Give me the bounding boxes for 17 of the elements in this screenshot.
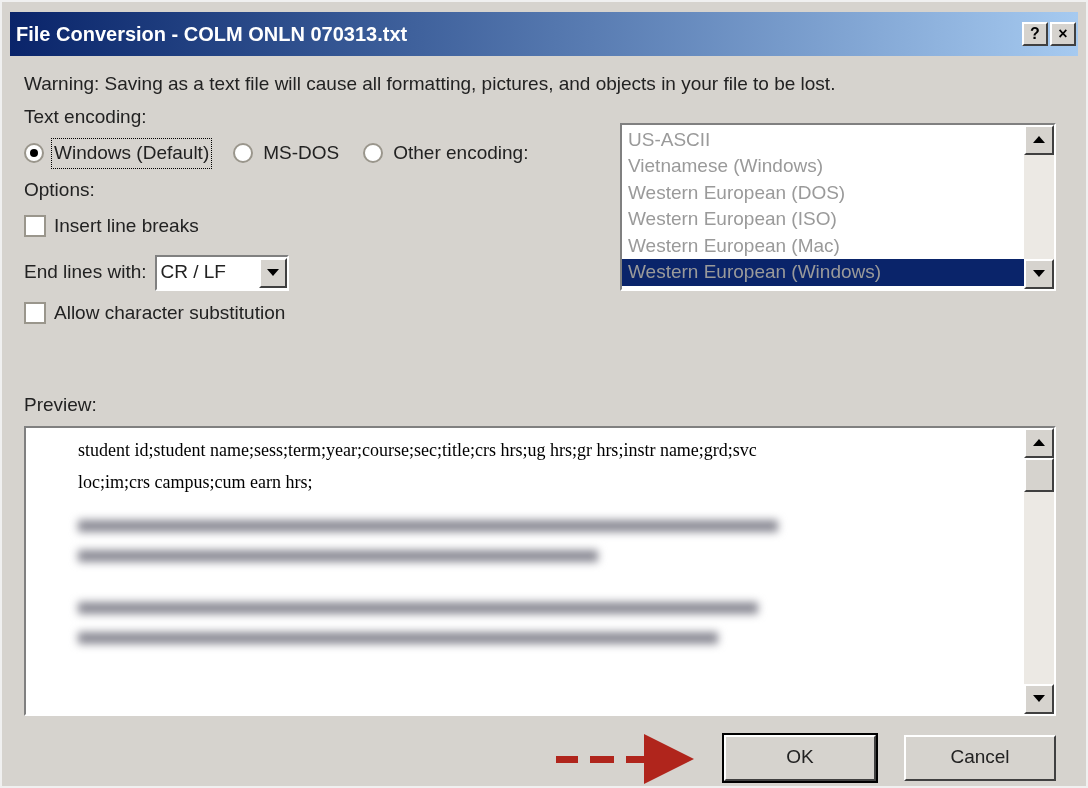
warning-text: Warning: Saving as a text file will cause all formatting, pictures, and objects in your file to be lost. xyxy=(24,72,837,96)
cancel-button[interactable]: Cancel xyxy=(904,734,1056,781)
line-ending-dropdown[interactable]: CR / LF xyxy=(154,254,289,291)
checkbox-label: Allow character substitution xyxy=(54,300,286,325)
section-label: Preview: xyxy=(24,393,98,417)
close-button[interactable]: × xyxy=(1050,22,1076,46)
checkbox-label: Insert line breaks xyxy=(54,214,199,238)
preview-text: student id;student name;sess;term;year;course;sec;title;crs hrs;ug hrs;gr hrs;instr name;grd;svc loc;im;crs campus;cum earn hrs; xyxy=(78,438,758,494)
ok-button[interactable]: OK xyxy=(724,734,876,781)
radio-label: Windows (Default) xyxy=(52,139,212,168)
help-button[interactable]: ? xyxy=(1022,22,1048,46)
radio-label: MS-DOS xyxy=(262,141,341,165)
radio-label: Other encoding: xyxy=(392,141,530,165)
section-label: Text encoding: xyxy=(24,104,148,129)
window-title: File Conversion - COLM ONLN 070313.txt xyxy=(16,22,408,47)
field-label: End lines with: xyxy=(24,260,147,285)
section-label: Options: xyxy=(24,177,96,202)
